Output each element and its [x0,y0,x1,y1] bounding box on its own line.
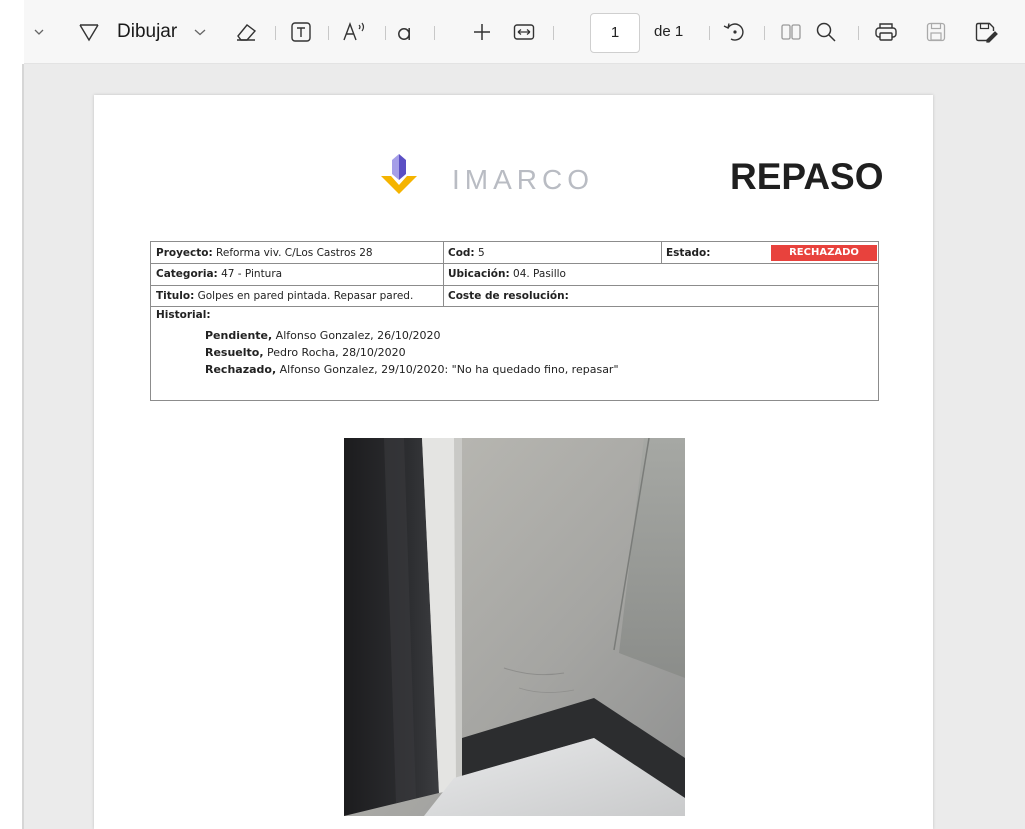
history-entry: Pendiente, Alfonso Gonzalez, 26/10/2020 [205,327,441,344]
toolbar-separator [434,26,435,40]
save-as-icon[interactable] [974,0,998,64]
page-number-input[interactable]: 1 [590,13,640,53]
code-label: Cod: [448,247,475,259]
title-value: Golpes en pared pintada. Repasar pared. [194,290,414,302]
status-label: Estado: [666,247,711,259]
fit-width-icon[interactable] [513,0,535,64]
project-cell: Proyecto: Reforma viv. C/Los Castros 28 [151,242,373,264]
print-icon[interactable] [874,0,898,64]
category-label: Categoria: [156,268,218,280]
read-aloud-icon[interactable] [342,0,368,64]
history-status: Resuelto, [205,346,264,359]
toolbar-separator [858,26,859,40]
chevron-down-icon[interactable] [30,0,48,64]
toolbar-separator [553,26,554,40]
page-count-label: de 1 [654,23,684,40]
two-page-icon[interactable] [780,0,802,64]
title-label: Titulo: [156,290,195,302]
location-label: Ubicación: [448,268,510,280]
history-entry: Rechazado, Alfonso Gonzalez, 29/10/2020:… [205,361,619,378]
category-cell: Categoria: 47 - Pintura [151,263,282,285]
toolbar-separator [385,26,386,40]
project-value: Reforma viv. C/Los Castros 28 [212,247,373,259]
code-cell: Cod: 5 [443,242,485,264]
status-badge: RECHAZADO [771,245,877,261]
brand-name: IMARCO [452,164,594,195]
history-entry: Resuelto, Pedro Rocha, 28/10/2020 [205,344,406,361]
cost-cell: Coste de resolución: [443,285,569,307]
status-cell: Estado: [661,242,710,264]
draw-icon[interactable] [78,0,100,64]
text-style-icon[interactable] [396,0,414,64]
draw-button[interactable]: Dibujar [117,0,177,64]
history-detail: Alfonso Gonzalez, 26/10/2020 [272,329,441,342]
toolbar-separator [764,26,765,40]
rotate-icon[interactable] [722,0,746,64]
eraser-icon[interactable] [234,0,258,64]
viewer-border [22,64,24,829]
incident-photo [344,438,685,816]
text-box-icon[interactable] [290,0,312,64]
history-detail: Pedro Rocha, 28/10/2020 [263,346,406,359]
imarco-logo [373,150,425,205]
search-icon[interactable] [815,0,837,64]
location-cell: Ubicación: 04. Pasillo [443,263,566,285]
draw-options-chevron-icon[interactable] [194,0,206,64]
history-status: Pendiente, [205,329,273,342]
project-label: Proyecto: [156,247,213,259]
history-status: Rechazado, [205,363,277,376]
document-title: REPASO [730,156,884,197]
window-edge [0,0,24,829]
category-value: 47 - Pintura [217,268,283,280]
zoom-in-icon[interactable] [472,0,492,64]
location-value: 04. Pasillo [509,268,566,280]
toolbar-separator [709,26,710,40]
incident-info-table: Proyecto: Reforma viv. C/Los Castros 28 … [150,241,879,401]
cost-label: Coste de resolución: [448,290,569,302]
code-value: 5 [474,247,485,259]
history-detail: Alfonso Gonzalez, 29/10/2020: "No ha que… [276,363,619,376]
save-icon[interactable] [925,0,947,64]
title-cell: Titulo: Golpes en pared pintada. Repasar… [151,285,413,307]
draw-label: Dibujar [117,21,178,42]
toolbar-separator [275,26,276,40]
toolbar-separator [328,26,329,40]
history-heading: Historial: [151,307,211,324]
history-label: Historial: [156,309,211,321]
